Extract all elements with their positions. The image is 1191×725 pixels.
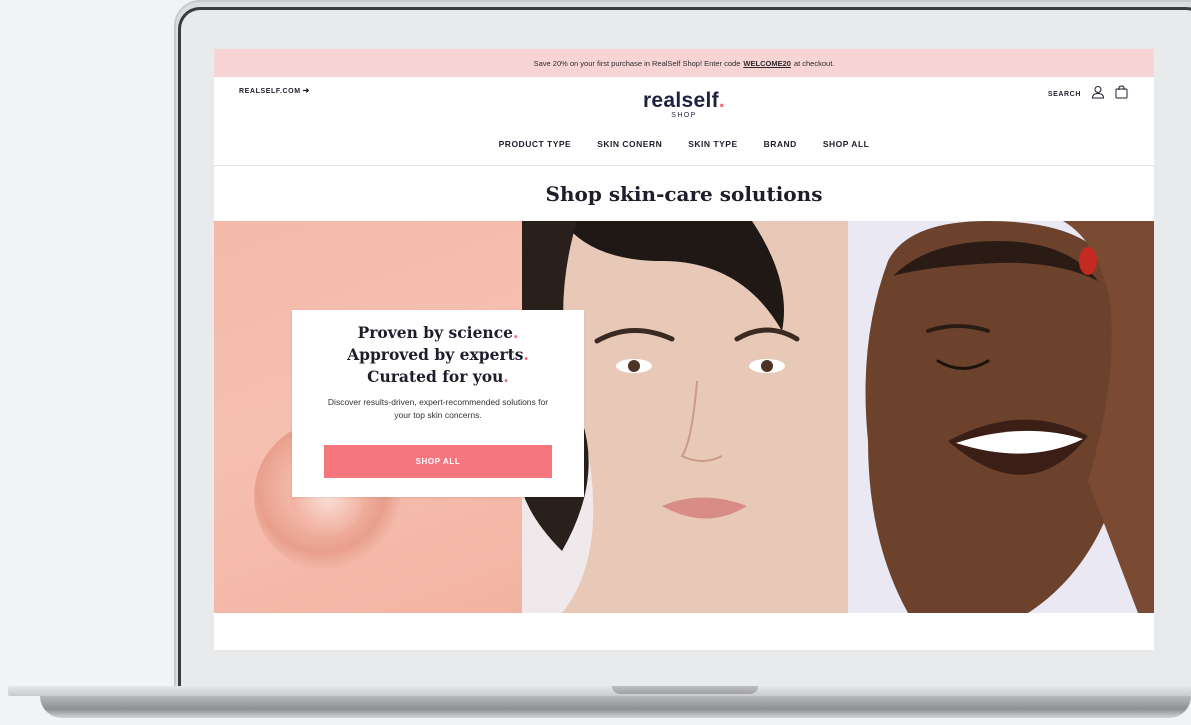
- laptop-base-top: [8, 686, 1191, 696]
- hero-model-image-2: [848, 221, 1154, 613]
- hero-banner: Proven by science. Approved by experts. …: [214, 221, 1154, 613]
- card-headline-3: Curated for you.: [367, 367, 509, 386]
- logo-sub: SHOP: [671, 112, 697, 119]
- nav-skin-concern[interactable]: SKIN CONERN: [597, 139, 662, 149]
- laptop-base: [0, 686, 1191, 725]
- logo-wordmark: realself: [642, 89, 719, 112]
- promo-code[interactable]: WELCOME20: [743, 59, 791, 68]
- promo-text: Save 20% on your first purchase in RealS…: [533, 58, 741, 68]
- laptop-base-bottom: [40, 696, 1191, 718]
- nav-product-type[interactable]: PRODUCT TYPE: [499, 139, 572, 149]
- card-headline-2: Approved by experts.: [347, 345, 529, 364]
- user-icon[interactable]: [1091, 85, 1105, 104]
- hero-promo-card: Proven by science. Approved by experts. …: [292, 310, 584, 497]
- promo-text-end: at checkout.: [793, 58, 835, 68]
- site-logo[interactable]: realself. SHOP: [214, 89, 1154, 119]
- site-header: REALSELF.COM ➜ realself. SHOP SEARCH PRO…: [214, 77, 1154, 166]
- browser-screen: Save 20% on your first purchase in RealS…: [214, 49, 1154, 650]
- nav-shop-all[interactable]: SHOP ALL: [823, 139, 870, 149]
- shop-all-button[interactable]: SHOP ALL: [324, 445, 552, 478]
- laptop-notch: [612, 686, 758, 694]
- logo-dot: .: [718, 89, 726, 112]
- main-nav: PRODUCT TYPE SKIN CONERN SKIN TYPE BRAND…: [214, 139, 1154, 149]
- card-headline-1: Proven by science.: [357, 323, 519, 342]
- nav-skin-type[interactable]: SKIN TYPE: [688, 139, 737, 149]
- shopping-bag-icon[interactable]: [1115, 85, 1128, 104]
- search-button[interactable]: SEARCH: [1048, 91, 1081, 98]
- page-title: Shop skin-care solutions: [545, 182, 823, 206]
- header-actions: SEARCH: [1048, 85, 1128, 104]
- nav-brand[interactable]: BRAND: [764, 139, 797, 149]
- card-description: Discover results-driven, expert-recommen…: [327, 397, 549, 420]
- promo-bar: Save 20% on your first purchase in RealS…: [214, 49, 1154, 77]
